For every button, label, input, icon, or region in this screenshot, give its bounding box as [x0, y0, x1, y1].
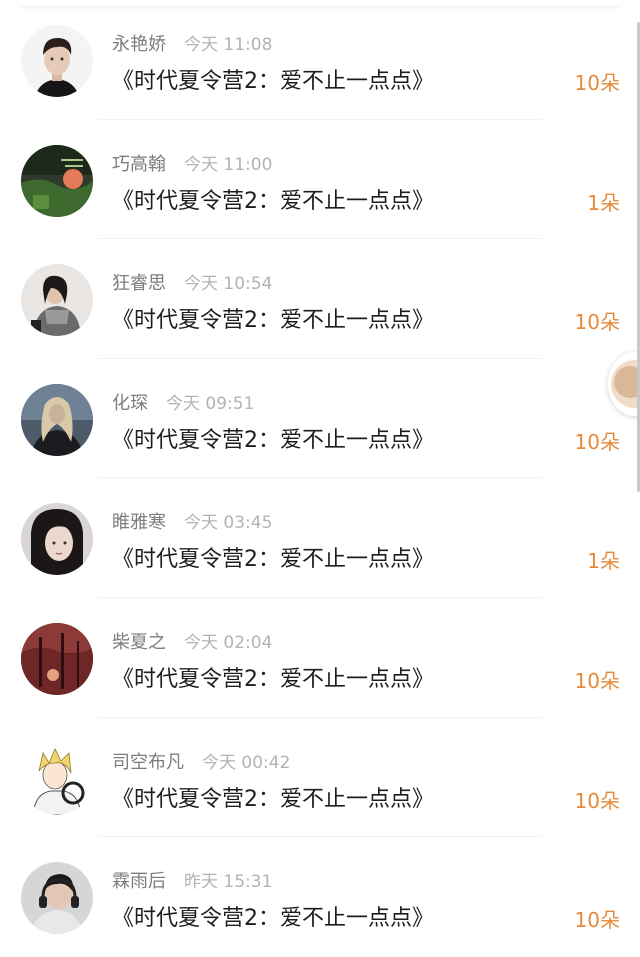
list-item[interactable]: 司空布凡 今天 00:42 《时代夏令营2：爱不止一点点》 10朵 — [0, 718, 640, 838]
gift-count: 1朵 — [587, 190, 620, 215]
list-item[interactable]: 化琛 今天 09:51 《时代夏令营2：爱不止一点点》 10朵 — [0, 359, 640, 479]
avatar[interactable] — [21, 622, 93, 695]
timestamp: 今天 02:04 — [184, 632, 273, 653]
avatar[interactable] — [21, 144, 93, 217]
user-name[interactable]: 睢雅寒 — [112, 512, 166, 533]
list-item[interactable]: 永艳娇 今天 11:08 《时代夏令营2：爱不止一点点》 10朵 — [0, 0, 640, 120]
user-name[interactable]: 柴夏之 — [112, 632, 166, 653]
timestamp: 今天 03:45 — [184, 513, 273, 534]
timestamp: 今天 11:00 — [184, 154, 273, 175]
work-title[interactable]: 《时代夏令营2：爱不止一点点》 — [112, 305, 434, 337]
work-title[interactable]: 《时代夏令营2：爱不止一点点》 — [112, 664, 434, 696]
list-item[interactable]: 睢雅寒 今天 03:45 《时代夏令营2：爱不止一点点》 1朵 — [0, 478, 640, 598]
timestamp: 昨天 15:31 — [184, 872, 273, 893]
user-name[interactable]: 司空布凡 — [112, 752, 184, 773]
timestamp: 今天 00:42 — [202, 752, 291, 773]
timestamp: 今天 09:51 — [166, 393, 255, 414]
user-name[interactable]: 霖雨后 — [112, 871, 166, 892]
girl-hoodie-avatar-icon — [21, 264, 93, 337]
avatar[interactable] — [21, 503, 93, 576]
timestamp: 今天 11:08 — [184, 35, 273, 55]
gift-record-list: 永艳娇 今天 11:08 《时代夏令营2：爱不止一点点》 10朵 巧高翰 今天 … — [0, 0, 640, 957]
list-item[interactable]: 狂睿思 今天 10:54 《时代夏令营2：爱不止一点点》 10朵 — [0, 239, 640, 359]
user-name[interactable]: 巧高翰 — [112, 154, 166, 175]
gift-record-page: 永艳娇 今天 11:08 《时代夏令营2：爱不止一点点》 10朵 巧高翰 今天 … — [0, 0, 640, 957]
avatar[interactable] — [21, 383, 93, 456]
avatar[interactable] — [21, 742, 93, 815]
anime-boy-avatar-icon — [21, 742, 93, 815]
user-name[interactable]: 化琛 — [112, 393, 148, 414]
work-title[interactable]: 《时代夏令营2：爱不止一点点》 — [112, 784, 434, 816]
avatar[interactable] — [21, 264, 93, 337]
avatar[interactable] — [21, 862, 93, 935]
gift-count: 10朵 — [574, 788, 620, 813]
blonde-girl-avatar-icon — [21, 383, 93, 456]
list-item[interactable]: 霖雨后 昨天 15:31 《时代夏令营2：爱不止一点点》 10朵 — [0, 837, 640, 957]
man-portrait-avatar-icon — [21, 25, 93, 97]
list-item[interactable]: 巧高翰 今天 11:00 《时代夏令营2：爱不止一点点》 1朵 — [0, 120, 640, 240]
gift-count: 10朵 — [574, 668, 620, 693]
list-item[interactable]: 柴夏之 今天 02:04 《时代夏令营2：爱不止一点点》 10朵 — [0, 598, 640, 718]
user-name[interactable]: 狂睿思 — [112, 273, 166, 294]
green-text-avatar-icon — [21, 144, 93, 217]
work-title[interactable]: 《时代夏令营2：爱不止一点点》 — [112, 186, 434, 218]
dark-hair-girl-avatar-icon — [21, 503, 93, 576]
gift-count: 10朵 — [574, 429, 620, 454]
work-title[interactable]: 《时代夏令营2：爱不止一点点》 — [112, 544, 434, 576]
work-title[interactable]: 《时代夏令营2：爱不止一点点》 — [112, 66, 434, 98]
headphone-boy-avatar-icon — [21, 862, 93, 935]
avatar[interactable] — [21, 25, 93, 97]
gift-count: 10朵 — [574, 908, 620, 933]
work-title[interactable]: 《时代夏令营2：爱不止一点点》 — [112, 425, 434, 457]
work-title[interactable]: 《时代夏令营2：爱不止一点点》 — [112, 903, 434, 935]
gift-count: 1朵 — [587, 549, 620, 574]
gift-count: 10朵 — [574, 71, 620, 95]
red-forest-avatar-icon — [21, 622, 93, 695]
timestamp: 今天 10:54 — [184, 274, 273, 295]
user-name[interactable]: 永艳娇 — [112, 34, 166, 55]
gift-count: 10朵 — [574, 310, 620, 335]
